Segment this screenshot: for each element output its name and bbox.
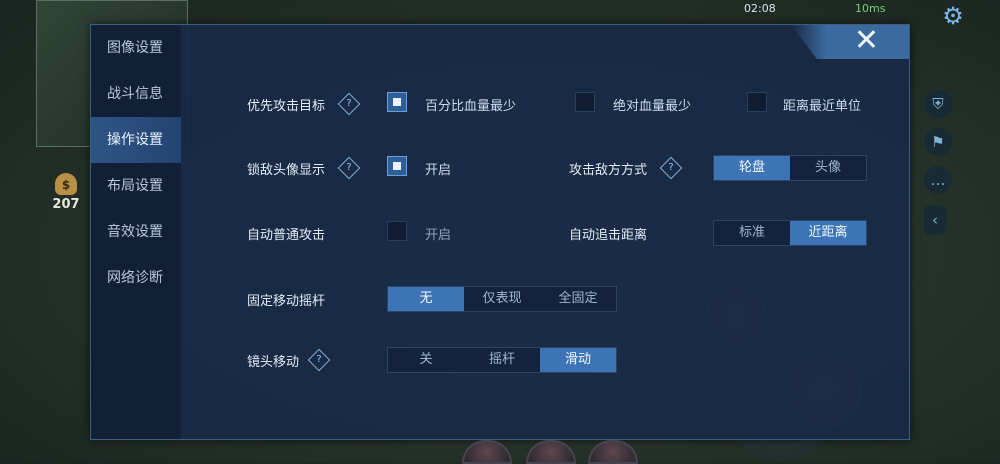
chase-near-option[interactable]: 近距离 <box>790 221 866 245</box>
help-icon[interactable]: ? <box>337 92 361 116</box>
smite-skill-icon[interactable] <box>588 440 638 464</box>
chase-distance-label: 自动追击距离 <box>569 228 648 243</box>
sidebar-item-layout[interactable]: 布局设置 <box>91 163 181 209</box>
joystick-label: 固定移动摇杆 <box>247 294 326 309</box>
help-icon[interactable]: ? <box>307 348 331 372</box>
chat-icon[interactable]: … <box>924 166 952 194</box>
sidebar-item-graphics[interactable]: 图像设置 <box>91 25 181 71</box>
joystick-none-option[interactable]: 无 <box>388 287 464 311</box>
chevron-left-icon[interactable]: ‹ <box>924 206 946 234</box>
close-icon[interactable]: ✕ <box>854 23 879 58</box>
settings-panel: 图像设置 战斗信息 操作设置 布局设置 音效设置 网络诊断 ✕ 优先攻击目标 ?… <box>90 23 910 440</box>
lock-avatar-option-label: 开启 <box>425 163 452 178</box>
settings-sidebar: 图像设置 战斗信息 操作设置 布局设置 音效设置 网络诊断 <box>91 25 181 439</box>
heal-skill-icon[interactable] <box>526 440 576 464</box>
chase-standard-option[interactable]: 标准 <box>714 221 790 245</box>
auto-attack-option-label: 开启 <box>425 228 452 243</box>
lowest-absolute-hp-checkbox[interactable] <box>575 92 595 112</box>
auto-attack-label: 自动普通攻击 <box>247 228 326 243</box>
auto-attack-checkbox[interactable] <box>387 221 407 241</box>
attack-mode-wheel-option[interactable]: 轮盘 <box>714 156 790 180</box>
attack-mode-segmented: 轮盘 头像 <box>713 155 867 181</box>
clock-text: 02:08 <box>744 2 776 15</box>
joystick-segmented: 无 仅表现 全固定 <box>387 286 617 312</box>
chase-distance-segmented: 标准 近距离 <box>713 220 867 246</box>
lowest-absolute-hp-label: 绝对血量最少 <box>613 99 692 114</box>
sidebar-item-controls[interactable]: 操作设置 <box>91 117 181 163</box>
lock-avatar-checkbox[interactable] <box>387 156 407 176</box>
money-bag-icon: $ <box>55 173 77 195</box>
sidebar-item-sound[interactable]: 音效设置 <box>91 209 181 255</box>
camera-off-option[interactable]: 关 <box>388 348 464 372</box>
ping-text: 10ms <box>855 2 886 15</box>
lowest-percent-hp-checkbox[interactable] <box>387 92 407 112</box>
camera-segmented: 关 摇杆 滑动 <box>387 347 617 373</box>
recall-skill-icon[interactable] <box>462 440 512 464</box>
gear-icon[interactable]: ⚙ <box>940 3 966 29</box>
lock-avatar-label: 锁敌头像显示 <box>247 163 326 178</box>
close-bar <box>791 25 909 59</box>
attack-mode-avatar-option[interactable]: 头像 <box>790 156 866 180</box>
help-icon[interactable]: ? <box>337 156 361 180</box>
joystick-full-fixed-option[interactable]: 全固定 <box>540 287 616 311</box>
attack-mode-label: 攻击敌方方式 <box>569 163 648 178</box>
nearest-unit-checkbox[interactable] <box>747 92 767 112</box>
help-icon[interactable]: ? <box>659 156 683 180</box>
priority-target-label: 优先攻击目标 <box>247 99 326 114</box>
nearest-unit-label: 距离最近单位 <box>783 99 862 114</box>
joystick-visual-only-option[interactable]: 仅表现 <box>464 287 540 311</box>
sidebar-item-network[interactable]: 网络诊断 <box>91 255 181 301</box>
shield-icon[interactable]: ⛨ <box>924 90 952 118</box>
lowest-percent-hp-label: 百分比血量最少 <box>425 99 517 114</box>
sidebar-item-battle-info[interactable]: 战斗信息 <box>91 71 181 117</box>
camera-swipe-option[interactable]: 滑动 <box>540 348 616 372</box>
camera-label: 镜头移动 <box>247 355 300 370</box>
flag-icon[interactable]: ⚑ <box>924 128 952 156</box>
camera-joystick-option[interactable]: 摇杆 <box>464 348 540 372</box>
gold-amount: 207 <box>52 197 80 212</box>
gold-counter: $ 207 <box>48 173 84 212</box>
